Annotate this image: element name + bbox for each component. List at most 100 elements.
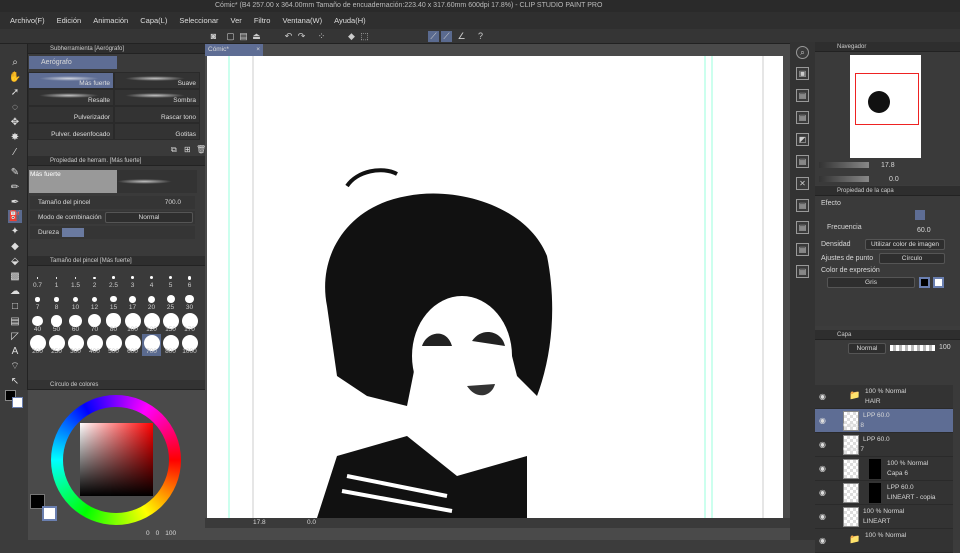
menu-capa[interactable]: Capa(L) xyxy=(140,16,167,25)
ruler-tool-icon[interactable]: ◸ xyxy=(8,330,22,343)
brush-size-1000[interactable]: 1000 xyxy=(180,334,199,356)
eyedropper-icon[interactable]: ⁄ xyxy=(8,146,22,159)
brush-size-100[interactable]: 100 xyxy=(123,312,142,334)
zoom-slider[interactable] xyxy=(819,162,869,168)
brush-size-3[interactable]: 3 xyxy=(123,268,142,290)
brush-size-10[interactable]: 10 xyxy=(66,290,85,312)
panel-icon[interactable]: ▤ xyxy=(796,221,809,234)
brush-size-60[interactable]: 60 xyxy=(66,312,85,334)
layer-row[interactable]: ◉ 📁 100 % Normal xyxy=(815,529,953,553)
snap-ruler-icon[interactable]: ⟋ xyxy=(428,31,439,42)
snap-special-icon[interactable]: ⟋ xyxy=(441,31,452,42)
white-color-chip[interactable] xyxy=(933,277,944,288)
navigator-zoom-value[interactable]: 17.8 xyxy=(881,162,895,169)
blend-tool-icon[interactable]: ☁ xyxy=(8,285,22,298)
panel-icon[interactable]: ◩ xyxy=(796,133,809,146)
brush-size-40[interactable]: 40 xyxy=(28,312,47,334)
brush-size-5[interactable]: 5 xyxy=(161,268,180,290)
visibility-eye-icon[interactable]: ◉ xyxy=(819,440,826,449)
brush-size-700[interactable]: 700 xyxy=(142,334,161,356)
clip-studio-icon[interactable]: ◙ xyxy=(208,31,219,42)
panel-icon[interactable]: ▤ xyxy=(796,155,809,168)
new-icon[interactable]: ▢ xyxy=(225,31,236,42)
saturation-value-square[interactable] xyxy=(80,423,153,496)
copy-subtool-icon[interactable]: ⧉ xyxy=(171,145,177,155)
canvas-zoom-value[interactable]: 17.8 xyxy=(253,519,266,526)
transform-icon[interactable]: ⬚ xyxy=(359,31,370,42)
brush-size-400[interactable]: 400 xyxy=(85,334,104,356)
hardness-row[interactable]: Dureza xyxy=(30,226,195,239)
eraser-tool-icon[interactable]: ◆ xyxy=(8,240,22,253)
drawing-canvas[interactable] xyxy=(207,56,783,518)
brush-gotitas[interactable]: Gotitas xyxy=(114,123,200,140)
brush-size-600[interactable]: 600 xyxy=(123,334,142,356)
layer-row[interactable]: ◉ LPP 60.0 LINEART - copia xyxy=(815,481,953,505)
correct-line-icon[interactable]: ↖ xyxy=(8,375,22,388)
menu-ayuda[interactable]: Ayuda(H) xyxy=(334,16,366,25)
visibility-eye-icon[interactable]: ◉ xyxy=(819,416,826,425)
brush-size-15[interactable]: 15 xyxy=(104,290,123,312)
density-select[interactable]: Utilizar color de imagen xyxy=(865,239,945,250)
layer-row[interactable]: ◉ LPP 60.0 Capa 8 xyxy=(815,409,953,433)
brush-size-8[interactable]: 8 xyxy=(47,290,66,312)
brush-tool-icon[interactable]: ✒ xyxy=(8,196,22,209)
brush-size-6[interactable]: 6 xyxy=(180,268,199,290)
brush-pulverizador[interactable]: Pulverizador xyxy=(28,106,114,123)
fill-icon[interactable]: ◆ xyxy=(346,31,357,42)
brush-size-4[interactable]: 4 xyxy=(142,268,161,290)
brush-resalte[interactable]: Resalte xyxy=(28,89,114,106)
lasso-tool-icon[interactable]: ◌ xyxy=(8,101,22,114)
hand-tool-icon[interactable]: ✋ xyxy=(8,71,22,84)
brush-size-800[interactable]: 800 xyxy=(161,334,180,356)
open-icon[interactable]: ▤ xyxy=(238,31,249,42)
expression-color-select[interactable]: Gris xyxy=(827,277,915,288)
brush-suave[interactable]: Suave xyxy=(114,72,200,89)
layer-opacity-value[interactable]: 100 xyxy=(939,344,951,351)
brush-size-12[interactable]: 12 xyxy=(85,290,104,312)
layer-opacity-slider[interactable] xyxy=(890,345,935,351)
brush-size-2[interactable]: 2 xyxy=(85,268,104,290)
brush-pulver-desenfocado[interactable]: Pulver. desenfocado xyxy=(28,123,114,140)
fill-tool-icon[interactable]: ⬙ xyxy=(8,255,22,268)
sub-color-swatch[interactable] xyxy=(42,506,57,521)
canvas-tab[interactable]: Cómic* × xyxy=(205,44,263,56)
balloon-tool-icon[interactable]: ⌔ xyxy=(8,360,22,373)
visibility-eye-icon[interactable]: ◉ xyxy=(819,512,826,521)
figure-tool-icon[interactable]: □ xyxy=(8,300,22,313)
brush-size-300[interactable]: 300 xyxy=(66,334,85,356)
panel-icon[interactable]: ▤ xyxy=(796,265,809,278)
pen-tool-icon[interactable]: ✎ xyxy=(8,166,22,179)
brush-size-7[interactable]: 7 xyxy=(28,290,47,312)
gradient-tool-icon[interactable]: ▩ xyxy=(8,270,22,283)
visibility-eye-icon[interactable]: ◉ xyxy=(819,488,826,497)
panel-icon[interactable]: ▣ xyxy=(796,67,809,80)
angle-slider[interactable] xyxy=(819,176,869,182)
visibility-eye-icon[interactable]: ◉ xyxy=(819,536,826,545)
visibility-eye-icon[interactable]: ◉ xyxy=(819,464,826,473)
brush-size-17[interactable]: 17 xyxy=(123,290,142,312)
brush-size-170[interactable]: 170 xyxy=(180,312,199,334)
decoration-tool-icon[interactable]: ✦ xyxy=(8,225,22,238)
brush-size-70[interactable]: 70 xyxy=(85,312,104,334)
brush-size-30[interactable]: 30 xyxy=(180,290,199,312)
menu-filtro[interactable]: Filtro xyxy=(254,16,271,25)
operation-tool-icon[interactable]: ➚ xyxy=(8,86,22,99)
brush-sombra[interactable]: Sombra xyxy=(114,89,200,106)
brush-size-150[interactable]: 150 xyxy=(161,312,180,334)
navigator-angle-value[interactable]: 0.0 xyxy=(889,176,899,183)
brush-size-1[interactable]: 1 xyxy=(47,268,66,290)
redo-icon[interactable]: ↷ xyxy=(296,31,307,42)
snap-grid-icon[interactable]: ∠ xyxy=(456,31,467,42)
brush-rascar-tono[interactable]: Rascar tono xyxy=(114,106,200,123)
brush-size-250[interactable]: 250 xyxy=(47,334,66,356)
undo-icon[interactable]: ↶ xyxy=(283,31,294,42)
brush-size-50[interactable]: 50 xyxy=(47,312,66,334)
menu-ver[interactable]: Ver xyxy=(231,16,242,25)
frame-tool-icon[interactable]: ▤ xyxy=(8,315,22,328)
subtool-group-tab[interactable]: Aerógrafo xyxy=(29,56,117,69)
brush-size-2.5[interactable]: 2.5 xyxy=(104,268,123,290)
text-tool-icon[interactable]: A xyxy=(8,345,22,358)
menu-ventana[interactable]: Ventana(W) xyxy=(282,16,322,25)
dot-shape-select[interactable]: Círculo xyxy=(879,253,945,264)
black-color-chip[interactable] xyxy=(919,277,930,288)
